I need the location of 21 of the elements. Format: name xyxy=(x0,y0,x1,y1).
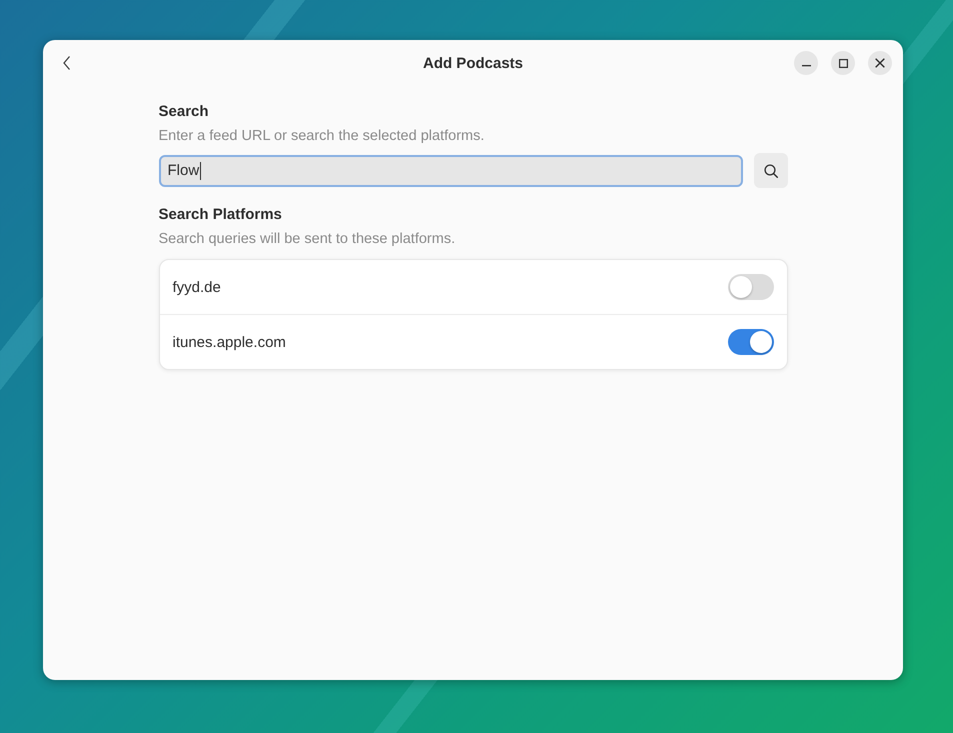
search-icon xyxy=(764,164,778,178)
chevron-left-icon xyxy=(63,56,70,70)
toggle-switch[interactable] xyxy=(728,274,774,300)
back-button[interactable] xyxy=(63,56,70,70)
section-heading: Search Platforms xyxy=(158,205,282,225)
minimize-button[interactable] xyxy=(794,51,818,75)
close-icon xyxy=(875,58,885,68)
section-description: Search queries will be sent to these platforms. xyxy=(158,230,456,249)
window-title: Add Podcasts xyxy=(422,54,524,72)
maximize-icon xyxy=(838,58,848,68)
platform-name: fyyd.de xyxy=(172,278,221,296)
close-button[interactable] xyxy=(868,51,892,75)
section-heading: Search xyxy=(158,102,209,122)
maximize-button[interactable] xyxy=(831,51,855,75)
search-field[interactable]: Flow xyxy=(158,154,742,186)
section-description: Enter a feed URL or search the selected platforms. xyxy=(158,127,484,146)
minimize-icon xyxy=(802,64,810,66)
search-button[interactable] xyxy=(754,153,788,188)
text-cursor-icon xyxy=(200,162,202,180)
platform-name: itunes.apple.com xyxy=(172,334,286,350)
toggle-switch[interactable] xyxy=(728,329,774,355)
